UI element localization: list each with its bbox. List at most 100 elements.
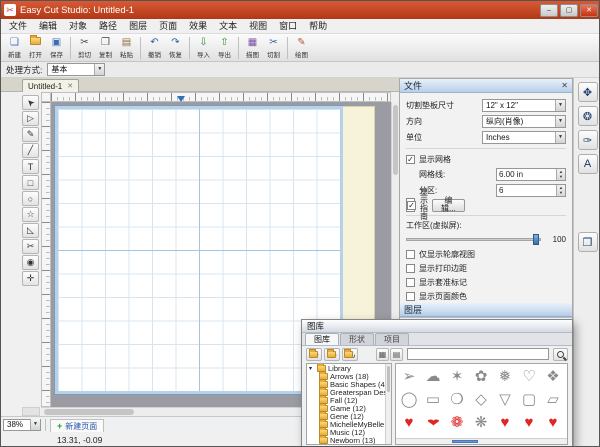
library-titlebar[interactable]: 图库 bbox=[302, 320, 572, 333]
expand-icon[interactable]: ▾ bbox=[309, 365, 315, 372]
menu-item[interactable]: 路径 bbox=[93, 19, 123, 34]
menu-item[interactable]: 文本 bbox=[213, 19, 243, 34]
shape-rect-frame[interactable]: ▭ bbox=[422, 388, 444, 411]
text-style-tool[interactable]: A bbox=[578, 154, 598, 174]
spinner-icon[interactable]: ▲▼ bbox=[556, 169, 565, 180]
shape-heart[interactable]: ♥ bbox=[398, 411, 420, 434]
subdivision-input[interactable]: 6 ▲▼ bbox=[496, 184, 566, 197]
shape-snowflake[interactable]: ❅ bbox=[494, 365, 516, 388]
tree-scrollbar[interactable] bbox=[385, 364, 391, 444]
grid-view-button[interactable]: ▦ bbox=[376, 348, 389, 361]
mat-size-select[interactable]: 12" x 12" ▼ bbox=[482, 99, 566, 112]
shape-starburst[interactable]: ✶ bbox=[446, 365, 468, 388]
grid-scrollbar[interactable] bbox=[396, 438, 567, 444]
workspace-alpha-slider[interactable]: 100 bbox=[406, 231, 566, 247]
shape-lips[interactable]: ♥ bbox=[422, 411, 444, 434]
titlebar[interactable]: ✂ Easy Cut Studio: Untitled-1 – ▢ ✕ bbox=[1, 1, 600, 19]
menu-item[interactable]: 页面 bbox=[153, 19, 183, 34]
toolbar-new-button[interactable]: ❏新建 bbox=[5, 35, 24, 61]
library-window[interactable]: 图库 图库形状项目 +−↻ ▦▤ ▾LibraryArrows (18)Basi… bbox=[301, 319, 573, 447]
refresh-button[interactable]: ↻ bbox=[342, 348, 358, 361]
shape-cloud[interactable]: ☁ bbox=[422, 365, 444, 388]
shape-heart[interactable]: ♥ bbox=[542, 411, 564, 434]
shape-heart[interactable]: ♥ bbox=[518, 411, 540, 434]
eraser-tool[interactable]: ◺ bbox=[22, 223, 39, 238]
toolbar-cut-send-button[interactable]: ✂切割 bbox=[264, 35, 283, 61]
color-palette-tool[interactable]: ❂ bbox=[578, 106, 598, 126]
ellipse-tool[interactable]: ○ bbox=[22, 191, 39, 206]
menu-item[interactable]: 视图 bbox=[243, 19, 273, 34]
knife-tool[interactable]: ✂ bbox=[22, 239, 39, 254]
shape-ticket-frame[interactable]: ▱ bbox=[542, 388, 564, 411]
library-folder-tree[interactable]: ▾LibraryArrows (18)Basic Shapes (44)Grea… bbox=[306, 363, 392, 445]
draw-tool[interactable]: ✎ bbox=[22, 127, 39, 142]
toolbar-paste-button[interactable]: ▤粘贴 bbox=[117, 35, 136, 61]
view-option-checkbox[interactable] bbox=[406, 278, 415, 287]
file-panel-header[interactable]: 文件 ✕ bbox=[400, 79, 572, 93]
toolbar-export-button[interactable]: ⇧导出 bbox=[215, 35, 234, 61]
toolbar-undo-button[interactable]: ↶撤销 bbox=[145, 35, 164, 61]
gridline-input[interactable]: 6.00 in ▲▼ bbox=[496, 168, 566, 181]
zoom-select[interactable]: 38% ▼ bbox=[3, 419, 41, 431]
shape-heart-outline[interactable]: ♡ bbox=[518, 365, 540, 388]
line-tool[interactable]: ╱ bbox=[22, 143, 39, 158]
view-option-checkbox[interactable] bbox=[406, 264, 415, 273]
scrollbar-thumb[interactable] bbox=[387, 366, 390, 392]
menu-item[interactable]: 窗口 bbox=[273, 19, 303, 34]
node-edit-tool[interactable]: ▷ bbox=[22, 111, 39, 126]
shape-gear[interactable]: ❋ bbox=[470, 411, 492, 434]
toolbar-redo-button[interactable]: ↷恢复 bbox=[166, 35, 185, 61]
close-button[interactable]: ✕ bbox=[580, 4, 598, 17]
tree-item[interactable]: Newborn (13) bbox=[307, 436, 391, 444]
cutting-mat[interactable] bbox=[55, 106, 343, 394]
library-tab[interactable]: 项目 bbox=[375, 333, 409, 345]
shape-oval-frame[interactable]: ◯ bbox=[398, 388, 420, 411]
units-select[interactable]: Inches ▼ bbox=[482, 131, 566, 144]
menu-item[interactable]: 图层 bbox=[123, 19, 153, 34]
menu-item[interactable]: 帮助 bbox=[303, 19, 333, 34]
orientation-select[interactable]: 纵向(肖像) ▼ bbox=[482, 115, 566, 128]
tab-close-icon[interactable]: ✕ bbox=[67, 82, 73, 90]
select-tool[interactable]: ➤ bbox=[22, 95, 39, 110]
toolbar-open-button[interactable]: 打开 bbox=[26, 35, 45, 61]
toolbar-draw-button[interactable]: ✎绘图 bbox=[292, 35, 311, 61]
menu-item[interactable]: 文件 bbox=[3, 19, 33, 34]
toolbar-copy-button[interactable]: ❐复制 bbox=[96, 35, 115, 61]
star-tool[interactable]: ☆ bbox=[22, 207, 39, 222]
process-mode-select[interactable]: 基本 ▼ bbox=[47, 63, 105, 76]
shape-ornament[interactable]: ❖ bbox=[542, 365, 564, 388]
slider-thumb[interactable] bbox=[533, 234, 539, 245]
menu-item[interactable]: 效果 bbox=[183, 19, 213, 34]
shape-shield-frame[interactable]: ▽ bbox=[494, 388, 516, 411]
transform-tool[interactable]: ✥ bbox=[578, 82, 598, 102]
shape-heart[interactable]: ♥ bbox=[494, 411, 516, 434]
shape-poinsettia[interactable]: ❁ bbox=[446, 411, 468, 434]
menu-item[interactable]: 对象 bbox=[63, 19, 93, 34]
toolbar-trace-button[interactable]: ▦描图 bbox=[243, 35, 262, 61]
scrollbar-thumb[interactable] bbox=[393, 105, 398, 175]
panel-close-icon[interactable]: ✕ bbox=[561, 81, 568, 90]
shape-flower-outline[interactable]: ✿ bbox=[470, 365, 492, 388]
new-folder-button[interactable]: + bbox=[306, 348, 322, 361]
view-3d-tool[interactable]: ❒ bbox=[578, 232, 598, 252]
toolbar-save-button[interactable]: ▣保存 bbox=[47, 35, 66, 61]
shape-diamond-frame[interactable]: ◇ bbox=[470, 388, 492, 411]
show-grid-checkbox[interactable]: ✓ bbox=[406, 155, 415, 164]
document-tab[interactable]: Untitled-1 ✕ bbox=[22, 79, 79, 92]
scrollbar-thumb[interactable] bbox=[44, 409, 134, 415]
remove-folder-button[interactable]: − bbox=[324, 348, 340, 361]
zoom-tool[interactable]: ◉ bbox=[22, 255, 39, 270]
shape-scallop-frame[interactable]: ❍ bbox=[446, 388, 468, 411]
library-tab[interactable]: 图库 bbox=[305, 333, 339, 345]
minimize-button[interactable]: – bbox=[540, 4, 558, 17]
rectangle-tool[interactable]: □ bbox=[22, 175, 39, 190]
menu-item[interactable]: 编辑 bbox=[33, 19, 63, 34]
library-tab[interactable]: 形状 bbox=[340, 333, 374, 345]
scrollbar-thumb[interactable] bbox=[452, 440, 478, 443]
pan-tool[interactable]: ✛ bbox=[22, 271, 39, 286]
toolbar-cut-button[interactable]: ✂剪切 bbox=[75, 35, 94, 61]
show-guides-checkbox[interactable]: ✓ bbox=[407, 201, 416, 210]
toolbar-import-button[interactable]: ⇩导入 bbox=[194, 35, 213, 61]
spinner-icon[interactable]: ▲▼ bbox=[556, 185, 565, 196]
view-option-checkbox[interactable] bbox=[406, 292, 415, 301]
